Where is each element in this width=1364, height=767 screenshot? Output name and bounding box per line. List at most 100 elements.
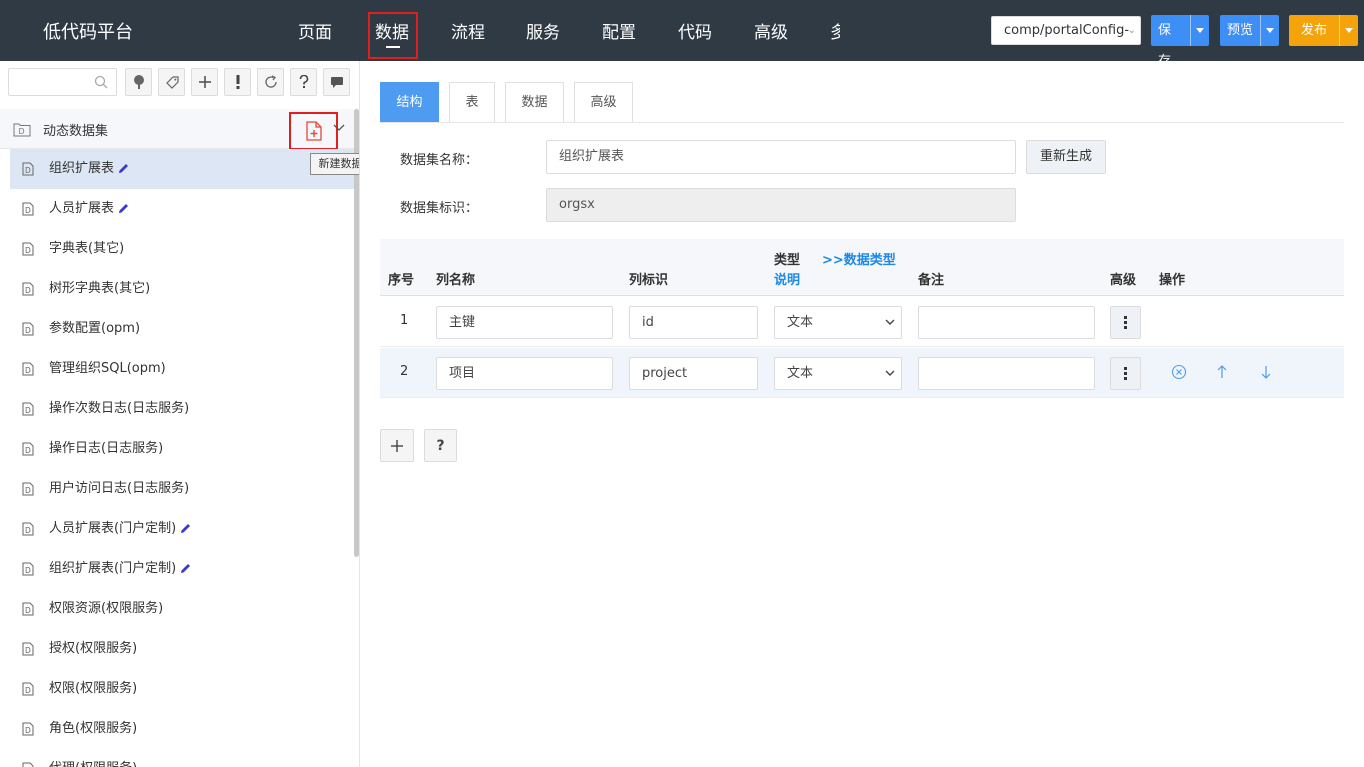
tree-item-label: 代理(权限服务) [49,761,137,767]
tree-item[interactable]: D 人员扩展表(门户定制) [10,509,354,549]
add-button[interactable] [191,68,218,96]
svg-text:D: D [25,606,31,615]
edit-pencil-icon[interactable] [180,523,191,534]
help-button[interactable] [290,68,317,96]
sidebar-search-input[interactable] [8,68,117,96]
edit-pencil-icon[interactable] [118,203,129,214]
nav-config[interactable]: 配置 [602,18,636,43]
tree-item[interactable]: D 用户访问日志(日志服务) [10,469,354,509]
component-select[interactable]: comp/portalConfig- ⌄ [991,16,1141,45]
row-index: 2 [400,364,409,379]
dataset-file-icon: D [22,402,34,416]
tree-item[interactable]: D 操作次数日志(日志服务) [10,389,354,429]
column-type-select[interactable]: 文本 [774,357,902,390]
tree-view-button[interactable] [125,68,152,96]
nav-advanced[interactable]: 高级 [754,18,788,43]
column-name-input[interactable]: 主键 [436,306,613,339]
edit-pencil-icon[interactable] [180,563,191,574]
dataset-file-icon: D [22,442,34,456]
edit-pencil-icon[interactable] [118,163,129,174]
svg-text:D: D [25,246,31,255]
dataset-name-input[interactable]: 组织扩展表 [546,140,1016,174]
dataset-id-label: 数据集标识： [400,201,479,216]
move-up-icon[interactable] [1216,364,1228,380]
refresh-button[interactable] [257,68,284,96]
comment-button[interactable] [323,68,350,96]
regenerate-button[interactable]: 重新生成 [1026,140,1106,174]
help-button[interactable]: ? [424,429,457,462]
chevron-down-icon [885,370,895,376]
tree-item-label: 用户访问日志(日志服务) [49,481,190,496]
tree-item[interactable]: D 代理(权限服务) [10,749,354,767]
tree-item[interactable]: D 字典表(其它) [10,229,354,269]
tab-table[interactable]: 表 [449,82,495,123]
preview-dropdown-button[interactable] [1260,15,1279,46]
add-column-button[interactable] [380,429,414,462]
column-id-input[interactable]: project [629,357,758,390]
type-description-link[interactable]: 说明 [774,269,800,288]
chevron-down-icon [885,319,895,325]
column-type-select[interactable]: 文本 [774,306,902,339]
alert-button[interactable] [224,68,251,96]
comment-icon [330,77,343,88]
tree-item[interactable]: D 参数配置(opm) [10,309,354,349]
tab-data[interactable]: 数据 [505,82,564,123]
tree-item[interactable]: D 组织扩展表(门户定制) [10,549,354,589]
preview-button[interactable]: 预览 [1220,15,1260,46]
sidebar-scrollbar[interactable] [354,109,359,557]
column-advanced-button[interactable] [1110,306,1141,339]
svg-text:D: D [25,206,31,215]
nav-service[interactable]: 服务 [526,18,560,43]
caret-down-icon [1196,28,1205,33]
svg-text:D: D [25,366,31,375]
tree-item[interactable]: D 操作日志(日志服务) [10,429,354,469]
svg-text:D: D [25,526,31,535]
dataset-file-icon: D [22,242,34,256]
tree-item[interactable]: D 权限(权限服务) [10,669,354,709]
tree-item[interactable]: D 组织扩展表 [10,149,354,189]
tree-item-label: 角色(权限服务) [49,721,138,736]
tree-item[interactable]: D 角色(权限服务) [10,709,354,749]
data-type-link[interactable]: >>数据类型 [822,249,896,268]
refresh-icon [264,75,277,88]
top-bar: 低代码平台 页面 数据 流程 服务 配置 代码 高级 多 comp/portal… [0,0,1364,69]
dataset-file-icon: D [22,602,34,616]
column-advanced-button[interactable] [1110,357,1141,390]
dataset-file-icon: D [22,682,34,696]
dataset-file-icon: D [22,562,34,576]
publish-button[interactable]: 发布 [1289,15,1339,46]
preview-button-group: 预览 [1220,15,1279,46]
add-icon [198,76,211,88]
th-index: 序号 [388,273,415,288]
delete-row-icon[interactable] [1171,364,1187,380]
tab-advanced[interactable]: 高级 [574,82,633,123]
dataset-file-icon: D [22,282,34,296]
main-nav: 页面 数据 流程 服务 配置 代码 高级 多 [280,0,840,61]
column-name-input[interactable]: 项目 [436,357,613,390]
nav-flow[interactable]: 流程 [451,18,485,43]
new-dataset-tooltip: 新建数据集 [310,153,359,175]
publish-dropdown-button[interactable] [1339,15,1358,46]
tree-item[interactable]: D 权限资源(权限服务) [10,589,354,629]
tree-item[interactable]: D 管理组织SQL(opm) [10,349,354,389]
nav-pages[interactable]: 页面 [298,18,332,43]
tree-item-label: 管理组织SQL(opm) [49,361,166,376]
tree-item-label: 参数配置(opm) [49,321,141,336]
chevron-down-icon: ⌄ [1127,25,1136,36]
group-collapse-toggle[interactable] [333,121,345,135]
nav-more[interactable]: 多 [830,18,840,43]
tree-item[interactable]: D 授权(权限服务) [10,629,354,669]
column-id-input[interactable]: id [629,306,758,339]
column-remark-input[interactable] [918,306,1095,339]
tree-item[interactable]: D 树形字典表(其它) [10,269,354,309]
tab-structure[interactable]: 结构 [380,82,439,123]
column-remark-input[interactable] [918,357,1095,390]
nav-code[interactable]: 代码 [678,18,712,43]
save-button[interactable]: 保存 [1151,15,1190,69]
move-down-icon[interactable] [1260,364,1272,380]
tree-item[interactable]: D 人员扩展表 [10,189,354,229]
new-dataset-button[interactable] [289,112,338,150]
tag-button[interactable] [158,68,185,96]
save-dropdown-button[interactable] [1190,15,1209,46]
tag-icon [165,76,179,89]
